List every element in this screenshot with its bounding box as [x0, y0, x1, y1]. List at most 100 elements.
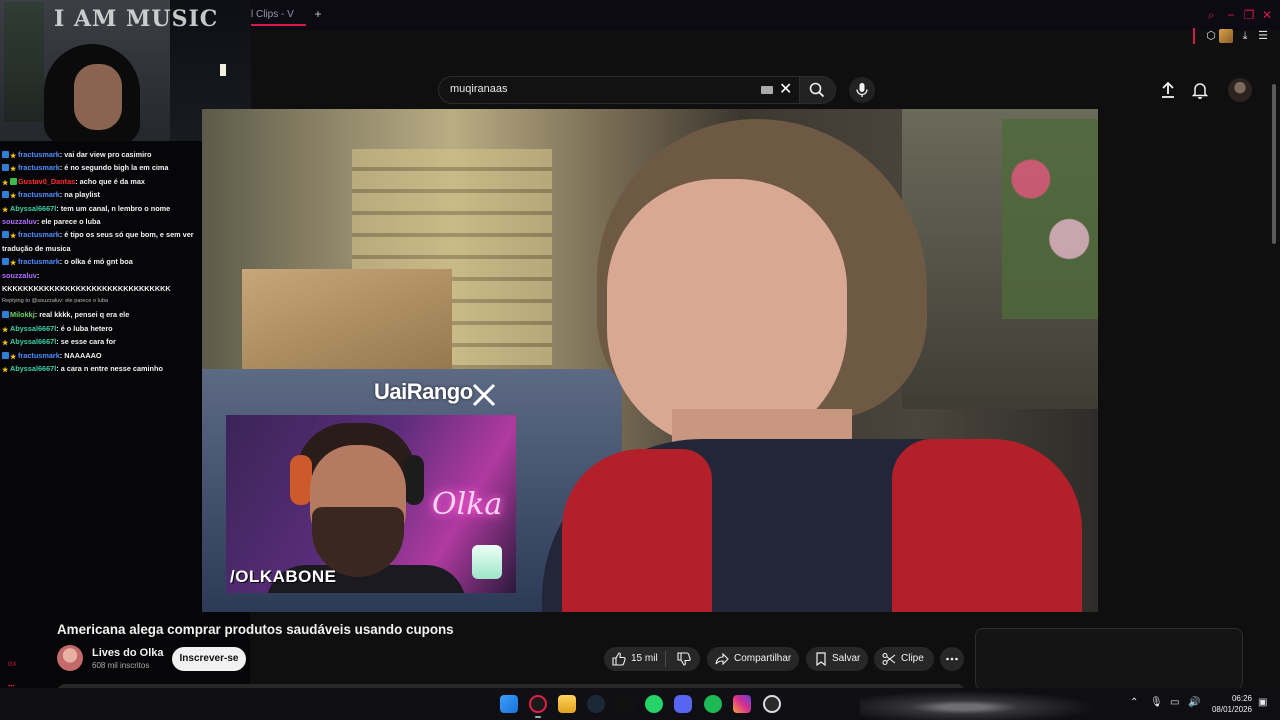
search-tabs-icon[interactable]: ⌕ — [1204, 8, 1218, 22]
instagram-icon[interactable] — [733, 695, 751, 713]
new-tab-button[interactable]: + — [312, 8, 324, 20]
chat-badge-star-icon: ★ — [10, 166, 17, 174]
chat-username[interactable]: Gustav0_Dantas — [18, 177, 75, 186]
opera-gx-icon[interactable] — [529, 695, 547, 713]
chat-username[interactable]: souzzaluv — [2, 271, 37, 280]
restore-button[interactable]: ❐ — [1242, 8, 1256, 22]
more-horizontal-icon — [946, 657, 958, 661]
chat-message: ★ Abyssal6667l: a cara n entre nesse cami… — [0, 362, 200, 375]
headphones-right — [404, 455, 424, 505]
chat-text: vai dar view pro casimiro — [64, 150, 152, 159]
voice-search-button[interactable] — [849, 77, 875, 103]
chat-username[interactable]: Abyssal6667l — [10, 204, 56, 213]
channel-name[interactable]: Lives do Olka — [92, 647, 164, 659]
download-icon[interactable]: ⤓ — [1238, 29, 1252, 43]
search-button[interactable] — [800, 76, 836, 104]
chat-username[interactable]: fractusmark — [18, 257, 60, 266]
chat-username[interactable]: fractusmark — [18, 190, 60, 199]
chat-badge-blue-icon — [2, 191, 9, 199]
chat-message: ★ Abyssal6667l: é o luba hetero — [0, 322, 200, 335]
chat-message: ★ Abyssal6667l: tem um canal, n lembro o … — [0, 202, 200, 215]
save-button[interactable]: Salvar — [806, 647, 868, 671]
video-player[interactable]: UaiRango Olka /OLKABONE — [202, 109, 1098, 612]
page-scrollbar-thumb[interactable] — [1272, 84, 1276, 244]
upload-icon[interactable] — [1160, 81, 1176, 99]
chat-username[interactable]: fractusmark — [18, 351, 60, 360]
close-window-button[interactable]: ✕ — [1260, 8, 1274, 22]
like-divider — [665, 651, 666, 667]
chat-username[interactable]: souzzaluv — [2, 217, 37, 226]
chat-username[interactable]: Abyssal6667l — [10, 324, 56, 333]
webcam-plant — [4, 2, 44, 122]
chat-username[interactable]: Abyssal6667l — [10, 337, 56, 346]
chat-badge-star-icon: ★ — [10, 260, 17, 268]
like-dislike-group: 15 mil — [604, 647, 700, 671]
scissors-icon — [882, 652, 896, 666]
gx-icon[interactable]: GX — [8, 654, 22, 676]
chat-badge-blue-icon — [2, 151, 9, 158]
chat-username[interactable]: fractusmark — [18, 163, 60, 172]
account-avatar[interactable] — [1228, 78, 1252, 102]
notification-center-icon[interactable]: ▣ — [1258, 697, 1267, 709]
chat-text: na playlist — [64, 190, 100, 200]
tray-mic-icon[interactable]: 🎙 — [1150, 697, 1163, 709]
clear-search-icon[interactable]: ✕ — [779, 80, 792, 100]
subscribe-button[interactable]: Inscrever-se — [172, 647, 246, 671]
steam-icon[interactable] — [587, 695, 605, 713]
chat-badge-star-icon: ★ — [10, 193, 17, 201]
microphone-icon — [856, 83, 868, 97]
clip-button[interactable]: Clipe — [874, 647, 934, 671]
notifications-bell-icon[interactable] — [1192, 81, 1208, 99]
chat-badge-blue-icon — [2, 258, 9, 266]
browser-app-icon[interactable] — [763, 695, 781, 713]
keyboard-icon[interactable] — [761, 86, 773, 94]
video-woman-vest-right — [892, 439, 1082, 612]
facecam-tag: /OLKABONE — [230, 567, 337, 586]
search-box[interactable]: muqiranaas ✕ — [438, 76, 800, 104]
active-app-indicator — [535, 716, 541, 718]
fork-knife-icon — [472, 383, 496, 407]
tiktok-icon[interactable] — [616, 695, 634, 713]
windows-start-icon[interactable] — [500, 695, 518, 713]
chat-username[interactable]: Abyssal6667l — [10, 364, 56, 373]
chat-username[interactable]: fractusmark — [18, 230, 60, 239]
file-explorer-icon[interactable] — [558, 695, 576, 713]
extension-divider — [1193, 28, 1195, 44]
channel-avatar[interactable] — [57, 645, 83, 671]
chat-text: o olka é mó gnt boa — [64, 257, 133, 267]
chat-badge-star-icon: ★ — [2, 179, 9, 187]
chat-text: acho que é da max — [79, 176, 145, 186]
side-panel-card — [975, 628, 1243, 690]
clock-time[interactable]: 06:26 — [1212, 694, 1252, 703]
chat-badge-star-icon: ★ — [2, 367, 9, 375]
chat-message: ★ fractusmark: vai dar view pro casimiro — [0, 148, 200, 161]
extensions-icon[interactable]: ⬡ — [1204, 29, 1218, 43]
chat-badge-star-icon: ★ — [10, 153, 17, 160]
neon-sign: Olka — [432, 487, 503, 522]
spotify-icon[interactable] — [704, 695, 722, 713]
tray-network-icon[interactable]: ▭ — [1170, 697, 1179, 709]
clock-date[interactable]: 08/01/2026 — [1208, 705, 1252, 714]
share-button[interactable]: Compartilhar — [707, 647, 799, 671]
video-watermark: UaiRango — [374, 379, 473, 404]
chat-username[interactable]: Milokkj — [10, 310, 35, 319]
share-icon — [715, 652, 729, 666]
minimize-button[interactable]: − — [1224, 8, 1238, 22]
tray-volume-icon[interactable]: 🔊 — [1188, 697, 1200, 709]
profile-avatar[interactable] — [1219, 29, 1233, 43]
whatsapp-icon[interactable] — [645, 695, 663, 713]
like-count[interactable]: 15 mil — [631, 647, 658, 671]
discord-icon[interactable] — [674, 695, 692, 713]
chat-message: souzzaluv: KKKKKKKKKKKKKKKKKKKKKKKKKKKKK… — [0, 269, 200, 296]
search-input[interactable]: muqiranaas — [450, 83, 507, 95]
tray-chevron-icon[interactable]: ⌃ — [1130, 697, 1138, 709]
menu-icon[interactable]: ☰ — [1256, 29, 1270, 43]
extension-bar: ⬡ ⤓ ☰ — [1192, 28, 1280, 46]
chat-text: é no segundo bigh la em cima — [64, 163, 169, 173]
chat-reply-context: Replying to @souzzaluv: ele parece o lub… — [2, 298, 109, 305]
chat-text: é o luba hetero — [60, 323, 113, 333]
like-icon[interactable] — [612, 652, 626, 666]
chat-username[interactable]: fractusmark — [18, 150, 60, 159]
dislike-icon[interactable] — [677, 652, 691, 666]
more-actions-button[interactable] — [940, 647, 964, 671]
